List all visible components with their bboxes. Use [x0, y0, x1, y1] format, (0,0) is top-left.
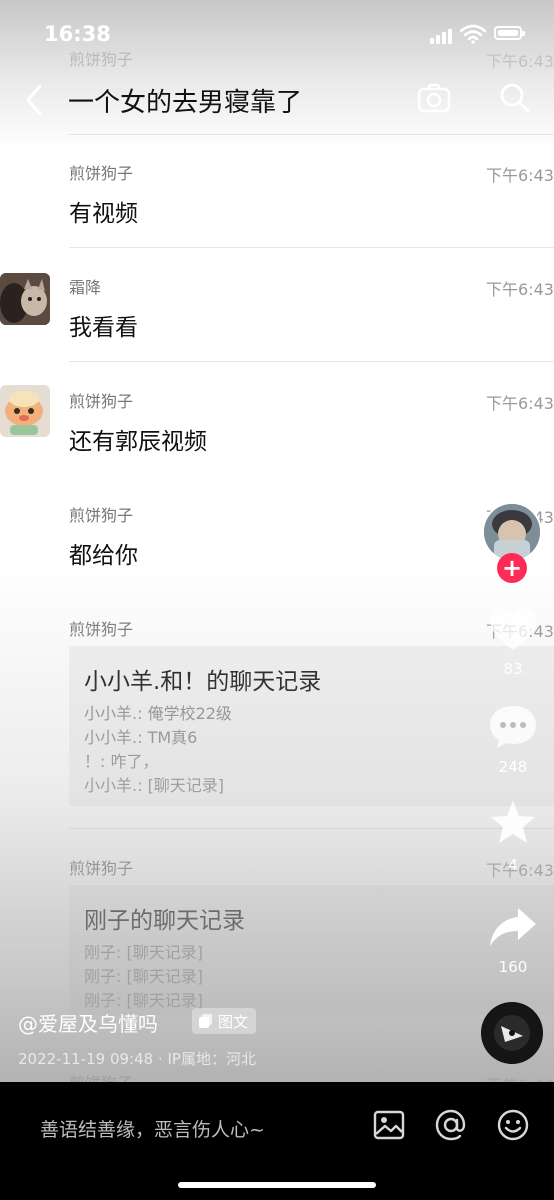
card-line: ！: 咋了， — [84, 752, 159, 771]
copy-icon — [199, 1014, 212, 1028]
image-icon[interactable] — [372, 1108, 406, 1142]
message-sender: 煎饼狗子 — [69, 164, 134, 183]
mention-icon[interactable] — [434, 1108, 468, 1142]
camera-icon[interactable] — [414, 78, 454, 118]
home-indicator — [178, 1182, 376, 1188]
card-line: 小小羊.: TM真6 — [84, 728, 198, 747]
comment-count: 248 — [498, 758, 528, 776]
card-line: 小小羊.: [聊天记录] — [84, 776, 225, 795]
signal-icon — [430, 28, 454, 44]
message-text: 都给你 — [69, 543, 138, 569]
music-disc[interactable] — [481, 1002, 543, 1064]
chat-record-card[interactable]: 刚子的聊天记录 刚子: [聊天记录] 刚子: [聊天记录] 刚子: [聊天记录] — [69, 885, 554, 1015]
chat-header: 一个女的去男寝靠了 — [0, 72, 554, 128]
search-icon[interactable] — [495, 78, 535, 118]
comment-icon[interactable] — [484, 702, 542, 752]
comment-bar: 善语结善缘，恶言伤人心~ — [0, 1082, 554, 1200]
message-sender: 煎饼狗子 — [69, 620, 134, 639]
author-name[interactable]: @爱屋及乌懂吗 — [18, 1008, 158, 1037]
share-icon[interactable] — [484, 902, 542, 952]
star-icon[interactable] — [484, 798, 542, 848]
favorite-count: 4 — [508, 856, 518, 874]
chat-title: 一个女的去男寝靠了 — [68, 88, 303, 118]
follow-button[interactable]: + — [497, 553, 527, 583]
post-meta: 2022-11-19 09:48 · IP属地：河北 — [18, 1050, 256, 1068]
back-icon[interactable] — [20, 82, 50, 118]
message-sender: 煎饼狗子 — [69, 506, 134, 525]
message-sender: 煎饼狗子 — [69, 859, 134, 878]
divider — [69, 828, 554, 829]
wifi-icon — [460, 24, 486, 44]
message-time: 下午6:43 — [486, 394, 554, 413]
divider — [69, 134, 554, 135]
message-text: 有视频 — [69, 201, 138, 227]
message-sender: 霜降 — [69, 278, 102, 297]
avatar[interactable] — [0, 273, 50, 325]
comment-input[interactable]: 善语结善缘，恶言伤人心~ — [40, 1115, 265, 1142]
message-text: 我看看 — [69, 315, 138, 341]
status-bar: 16:38 — [0, 0, 554, 46]
battery-icon — [494, 26, 525, 40]
message-text: 还有郭辰视频 — [69, 429, 207, 455]
card-title: 刚子的聊天记录 — [84, 908, 245, 934]
card-line: 刚子: [聊天记录] — [84, 943, 203, 962]
divider — [69, 361, 554, 362]
message-sender: 煎饼狗子 — [69, 50, 134, 69]
post-type-tag: 图文 — [192, 1008, 257, 1034]
emoji-icon[interactable] — [496, 1108, 530, 1142]
avatar[interactable] — [0, 385, 50, 437]
message-time: 下午6:43 — [486, 52, 554, 71]
card-line: 小小羊.: 俺学校22级 — [84, 704, 232, 723]
divider — [69, 247, 554, 248]
share-count: 160 — [498, 958, 528, 976]
card-line: 刚子: [聊天记录] — [84, 967, 203, 986]
like-count: 83 — [503, 660, 523, 678]
like-icon[interactable] — [484, 604, 542, 654]
message-sender: 煎饼狗子 — [69, 392, 134, 411]
card-title: 小小羊.和！的聊天记录 — [84, 669, 322, 695]
message-time: 下午6:43 — [486, 280, 554, 299]
post-type-label: 图文 — [218, 1012, 249, 1031]
message-time: 下午6:43 — [486, 166, 554, 185]
status-time: 16:38 — [44, 22, 111, 46]
chat-record-card[interactable]: 小小羊.和！的聊天记录 小小羊.: 俺学校22级 小小羊.: TM真6 ！: 咋… — [69, 646, 554, 806]
